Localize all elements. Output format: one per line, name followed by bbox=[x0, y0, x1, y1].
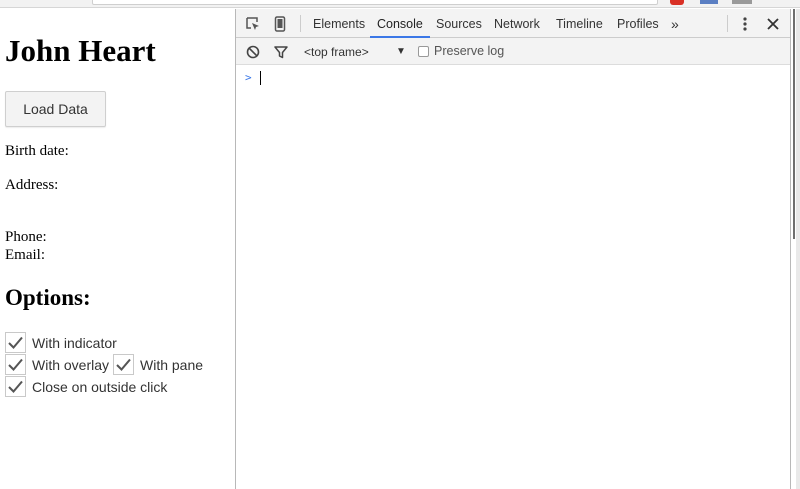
tab-sources[interactable]: Sources bbox=[436, 9, 482, 38]
phone-label: Phone: bbox=[5, 229, 47, 245]
device-toolbar-icon[interactable] bbox=[271, 15, 289, 33]
text-cursor bbox=[260, 71, 261, 85]
inspect-element-icon[interactable] bbox=[244, 15, 262, 33]
chevron-down-icon[interactable]: ▼ bbox=[396, 46, 406, 57]
checkbox[interactable] bbox=[5, 376, 26, 397]
frame-select[interactable]: <top frame> bbox=[304, 45, 369, 59]
scrollbar-track bbox=[796, 9, 800, 489]
option-label: With pane bbox=[140, 356, 204, 373]
filter-icon[interactable] bbox=[272, 43, 290, 61]
checkbox[interactable] bbox=[5, 354, 26, 375]
extension-icon[interactable] bbox=[700, 0, 718, 4]
preserve-log-label: Preserve log bbox=[434, 44, 505, 58]
tab-timeline[interactable]: Timeline bbox=[556, 9, 603, 38]
load-data-button[interactable]: Load Data bbox=[5, 91, 106, 127]
option-close-on-outside-click[interactable]: Close on outside click bbox=[5, 376, 167, 397]
console-prompt-icon: > bbox=[245, 71, 252, 84]
option-with-pane[interactable]: With pane bbox=[113, 354, 203, 375]
page-title: John Heart bbox=[5, 33, 156, 68]
options-heading: Options: bbox=[5, 285, 91, 310]
option-label: Close on outside click bbox=[32, 378, 168, 395]
checkmark-icon bbox=[8, 380, 23, 393]
option-with-indicator[interactable]: With indicator bbox=[5, 332, 117, 353]
clear-console-icon[interactable] bbox=[244, 43, 262, 61]
devtools-toolbar: Elements Console Sources Network Timelin… bbox=[236, 9, 791, 38]
tab-elements[interactable]: Elements bbox=[313, 9, 365, 38]
option-label: With overlay bbox=[32, 356, 110, 373]
checkmark-icon bbox=[8, 358, 23, 371]
option-with-overlay[interactable]: With overlay bbox=[5, 354, 109, 375]
browser-chrome bbox=[0, 0, 800, 8]
address-bar[interactable] bbox=[92, 0, 658, 5]
birth-date-label: Birth date: bbox=[5, 143, 69, 159]
option-label: With indicator bbox=[32, 334, 117, 351]
tab-network[interactable]: Network bbox=[494, 9, 540, 38]
console-filter-bar: <top frame> ▼ Preserve log bbox=[236, 38, 791, 65]
toolbar-separator bbox=[727, 15, 728, 32]
preserve-log-checkbox[interactable]: Preserve log bbox=[418, 44, 504, 58]
extension-icon[interactable] bbox=[732, 0, 752, 4]
checkbox[interactable] bbox=[113, 354, 134, 375]
checkmark-icon bbox=[116, 358, 131, 371]
checkmark-icon bbox=[8, 336, 23, 349]
scrollbar-thumb[interactable] bbox=[793, 9, 795, 239]
email-label: Email: bbox=[5, 247, 45, 263]
checkbox[interactable] bbox=[418, 45, 429, 57]
toolbar-separator bbox=[300, 15, 301, 32]
checkbox[interactable] bbox=[5, 332, 26, 353]
close-icon[interactable] bbox=[764, 15, 782, 33]
window-edge-scrollbar[interactable] bbox=[790, 9, 800, 489]
tab-profiles[interactable]: Profiles bbox=[617, 9, 659, 38]
more-options-icon[interactable] bbox=[736, 15, 754, 33]
devtools-panel: Elements Console Sources Network Timelin… bbox=[235, 9, 791, 489]
page-content: John Heart Load Data Birth date: Address… bbox=[0, 9, 235, 489]
console-output[interactable]: > bbox=[236, 65, 791, 489]
tab-console[interactable]: Console bbox=[370, 9, 430, 38]
extension-icon[interactable] bbox=[670, 0, 684, 5]
more-tabs-button[interactable]: » bbox=[671, 9, 679, 38]
address-label: Address: bbox=[5, 177, 59, 193]
